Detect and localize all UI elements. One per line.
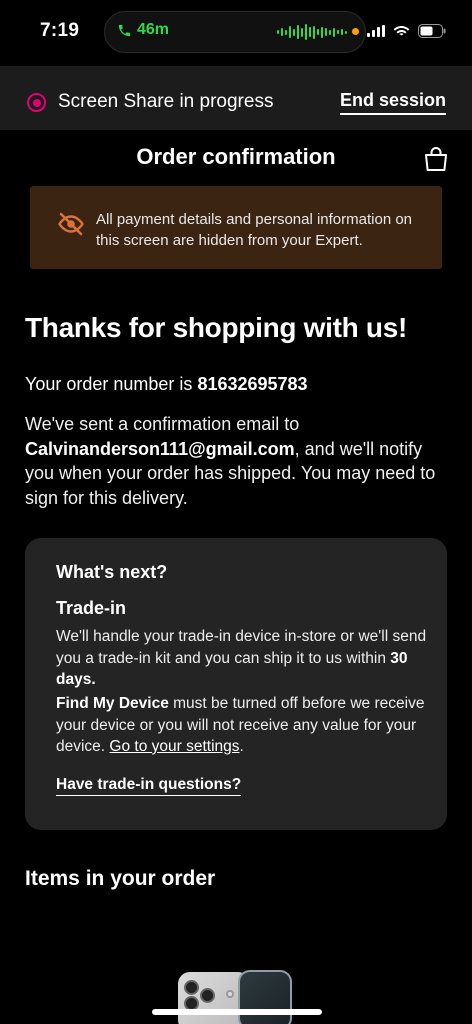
settings-suffix: .: [239, 738, 244, 755]
go-to-settings-link[interactable]: Go to your settings: [109, 738, 239, 755]
page-title: Order confirmation: [136, 144, 336, 169]
screen-share-banner: Screen Share in progress End session: [0, 66, 472, 130]
tradein-title: Trade-in: [56, 598, 127, 618]
items-section-title: Items in your order: [25, 867, 216, 890]
iphone-image: [178, 968, 294, 1024]
tradein-description: We'll handle your trade-in device in-sto…: [56, 626, 428, 691]
end-session-button[interactable]: End session: [339, 90, 446, 115]
email-prefix: We've sent a confirmation email to: [25, 414, 300, 434]
privacy-notice: All payment details and personal informa…: [30, 186, 442, 269]
page-header: Order confirmation: [0, 130, 472, 184]
wifi-icon: [393, 25, 410, 38]
status-indicators: [352, 24, 446, 38]
confirmation-email: Calvinanderson111@gmail.com: [25, 438, 295, 459]
find-my-device-note: Find My Device must be turned off before…: [56, 693, 428, 758]
camera-lens: [200, 988, 215, 1003]
eye-off-icon: [58, 212, 84, 241]
phone-icon: [117, 23, 132, 38]
order-number: 81632695783: [197, 374, 308, 394]
order-number-prefix: Your order number is: [25, 374, 198, 394]
phone-front-image: [238, 970, 292, 1024]
privacy-dot-icon: [352, 27, 359, 35]
find-my-device-label: Find My Device: [56, 695, 169, 712]
camera-lens: [184, 980, 199, 995]
call-duration: 46m: [137, 21, 170, 38]
privacy-notice-text: All payment details and personal informa…: [96, 211, 413, 249]
flash-icon: [226, 990, 234, 998]
status-bar: 7:19 46m: [0, 0, 472, 66]
screen-share-status: Screen Share in progress: [58, 91, 274, 112]
tradein-text: We'll handle your trade-in device in-sto…: [56, 628, 427, 667]
whats-next-title: What's next?: [56, 562, 168, 582]
confirmation-message: We've sent a confirmation email to Calvi…: [25, 412, 445, 510]
home-indicator[interactable]: [152, 1009, 322, 1015]
order-number-line: Your order number is 81632695783: [25, 374, 308, 395]
recording-indicator-icon: [27, 93, 46, 112]
tradein-questions-link[interactable]: Have trade-in questions?: [56, 776, 242, 796]
whats-next-card: What's next? Trade-in We'll handle your …: [25, 538, 447, 830]
signal-icon: [367, 25, 385, 37]
call-indicator[interactable]: 46m: [117, 21, 169, 39]
thanks-heading: Thanks for shopping with us!: [25, 312, 408, 343]
dynamic-island[interactable]: 46m: [104, 11, 366, 53]
waveform-icon: [277, 24, 347, 40]
shopping-bag-icon[interactable]: [424, 146, 448, 177]
status-time: 7:19: [40, 20, 80, 41]
battery-icon: [418, 24, 446, 38]
